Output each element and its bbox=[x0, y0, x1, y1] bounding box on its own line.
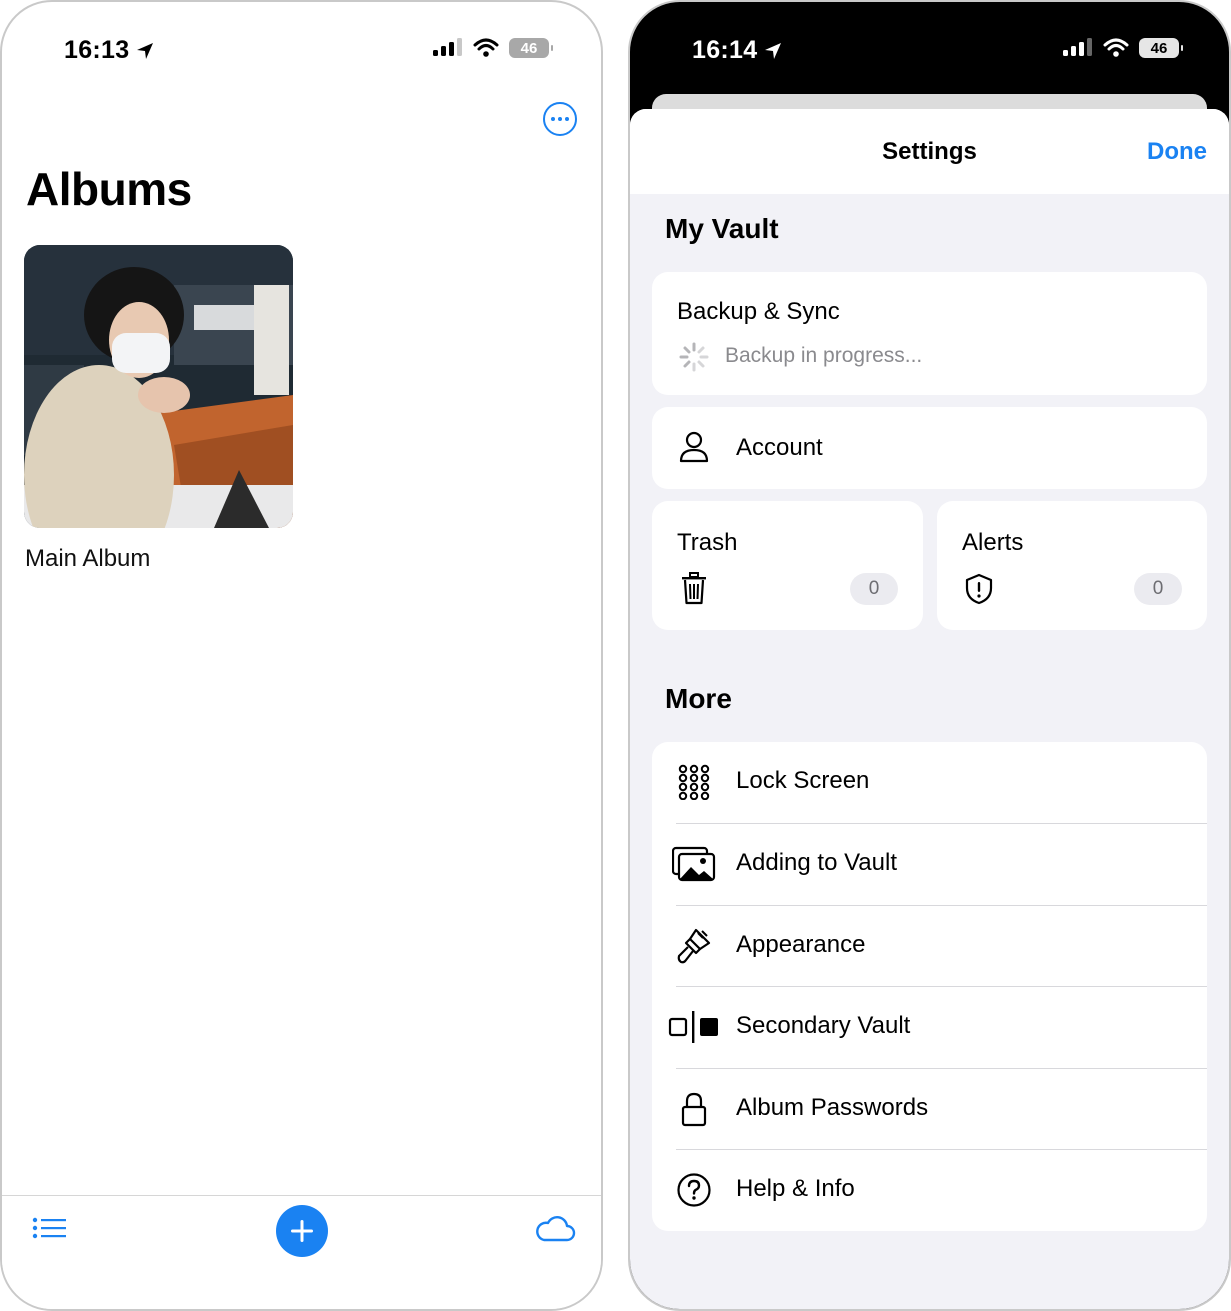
trash-count-badge: 0 bbox=[850, 573, 898, 605]
list-item-label: Appearance bbox=[736, 931, 866, 958]
list-item-help-info[interactable]: Help & Info bbox=[652, 1150, 1207, 1231]
spinner-icon bbox=[679, 342, 709, 372]
battery-indicator: 46 bbox=[509, 38, 553, 58]
section-heading-more: More bbox=[665, 683, 732, 714]
album-thumbnail[interactable] bbox=[24, 245, 293, 528]
location-arrow-icon bbox=[137, 42, 154, 59]
cellular-signal-icon bbox=[1063, 38, 1092, 56]
status-time-group: 16:13 bbox=[64, 36, 155, 65]
trash-card[interactable]: Trash 0 bbox=[652, 501, 923, 630]
backup-sync-label: Backup & Sync bbox=[677, 298, 840, 325]
account-label: Account bbox=[736, 434, 823, 461]
location-arrow-icon bbox=[765, 42, 782, 59]
status-indicators: 46 bbox=[1063, 38, 1183, 58]
status-time-group: 16:14 bbox=[692, 36, 783, 65]
status-bar: 16:13 46 bbox=[2, 2, 601, 98]
question-circle-icon bbox=[672, 1170, 716, 1210]
bottom-toolbar bbox=[2, 1195, 601, 1309]
backup-sync-card[interactable]: Backup & Sync Backup in progress... bbox=[652, 272, 1207, 395]
battery-indicator: 46 bbox=[1139, 38, 1183, 58]
list-item-secondary-vault[interactable]: Secondary Vault bbox=[652, 987, 1207, 1068]
albums-screen: 16:13 46 Albums Main Album bbox=[0, 0, 603, 1311]
settings-sheet: Settings Done My Vault Backup & Sync Bac… bbox=[630, 109, 1229, 1309]
status-time: 16:14 bbox=[692, 36, 758, 64]
list-item-appearance[interactable]: Appearance bbox=[652, 906, 1207, 987]
wifi-icon bbox=[1103, 38, 1129, 57]
more-settings-list: Lock Screen Adding to Vault Appearance S… bbox=[652, 742, 1207, 1231]
cellular-signal-icon bbox=[433, 38, 462, 56]
paintbrush-icon bbox=[672, 926, 716, 966]
list-item-label: Album Passwords bbox=[736, 1094, 929, 1121]
lock-icon bbox=[672, 1089, 716, 1129]
list-item-album-passwords[interactable]: Album Passwords bbox=[652, 1069, 1207, 1150]
alerts-label: Alerts bbox=[962, 529, 1024, 556]
status-bar: 16:14 46 bbox=[630, 2, 1229, 98]
list-item-label: Help & Info bbox=[736, 1175, 855, 1202]
photos-icon bbox=[672, 844, 716, 884]
settings-screen: 16:14 46 Settings Done My Vault Backup &… bbox=[628, 0, 1231, 1311]
cloud-icon bbox=[536, 1216, 576, 1242]
account-row[interactable]: Account bbox=[652, 407, 1207, 489]
trash-icon bbox=[682, 572, 706, 605]
list-item-lock-screen[interactable]: Lock Screen bbox=[652, 742, 1207, 823]
list-item-label: Adding to Vault bbox=[736, 849, 898, 876]
backup-status-text: Backup in progress... bbox=[725, 344, 923, 367]
list-item-label: Lock Screen bbox=[736, 767, 870, 794]
plus-icon bbox=[291, 1220, 313, 1242]
list-icon bbox=[32, 1217, 66, 1239]
split-vault-icon bbox=[668, 1007, 720, 1047]
status-indicators: 46 bbox=[433, 38, 553, 58]
sheet-header: Settings Done bbox=[630, 109, 1229, 194]
ellipsis-icon bbox=[551, 117, 555, 121]
person-icon bbox=[679, 431, 709, 463]
alerts-count-badge: 0 bbox=[1134, 573, 1182, 605]
shield-alert-icon bbox=[965, 573, 993, 605]
list-item-adding-to-vault[interactable]: Adding to Vault bbox=[652, 824, 1207, 905]
keypad-icon bbox=[672, 762, 716, 802]
album-photo bbox=[24, 245, 293, 528]
section-heading-my-vault: My Vault bbox=[665, 213, 779, 244]
wifi-icon bbox=[473, 38, 499, 57]
cloud-sync-button[interactable] bbox=[534, 1214, 576, 1249]
sheet-title: Settings bbox=[882, 138, 977, 165]
status-time: 16:13 bbox=[64, 36, 130, 64]
list-view-button[interactable] bbox=[32, 1216, 68, 1249]
add-button[interactable] bbox=[276, 1205, 328, 1257]
album-name[interactable]: Main Album bbox=[25, 545, 150, 573]
done-button[interactable]: Done bbox=[1147, 138, 1207, 166]
trash-label: Trash bbox=[677, 529, 738, 556]
alerts-card[interactable]: Alerts 0 bbox=[937, 501, 1207, 630]
page-title: Albums bbox=[26, 163, 192, 215]
list-item-label: Secondary Vault bbox=[736, 1012, 911, 1039]
more-options-button[interactable] bbox=[543, 102, 577, 136]
